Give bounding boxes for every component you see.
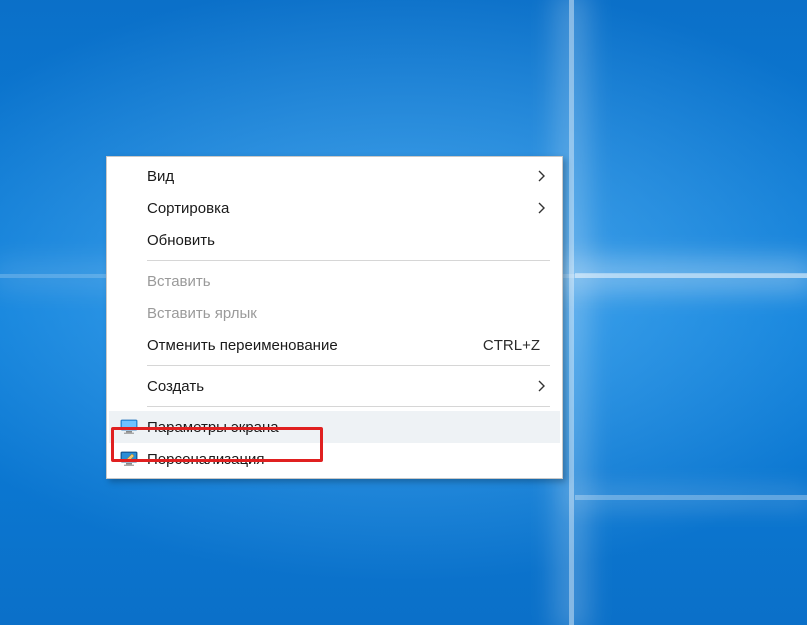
chevron-right-icon (534, 202, 550, 214)
menu-item-sort[interactable]: Сортировка (109, 192, 560, 224)
menu-item-label: Сортировка (141, 200, 534, 217)
menu-separator (147, 406, 550, 407)
personalize-icon (117, 447, 141, 471)
menu-item-personalize[interactable]: Персонализация (109, 443, 560, 475)
monitor-icon (117, 415, 141, 439)
menu-item-label: Параметры экрана (141, 419, 550, 436)
menu-item-paste-shortcut: Вставить ярлык (109, 297, 560, 329)
desktop-context-menu: Вид Сортировка Обновить Вставить Вставит… (106, 156, 563, 479)
menu-item-new[interactable]: Создать (109, 370, 560, 402)
chevron-right-icon (534, 170, 550, 182)
menu-item-view[interactable]: Вид (109, 160, 560, 192)
blank-icon (117, 333, 141, 357)
menu-item-display-settings[interactable]: Параметры экрана (109, 411, 560, 443)
menu-item-label: Обновить (141, 232, 550, 249)
menu-item-label: Создать (141, 378, 534, 395)
blank-icon (117, 196, 141, 220)
menu-separator (147, 365, 550, 366)
menu-item-label: Вставить (141, 273, 550, 290)
wallpaper-beam (575, 273, 807, 278)
menu-item-label: Отменить переименование (141, 337, 483, 354)
menu-item-label: Вид (141, 168, 534, 185)
blank-icon (117, 228, 141, 252)
blank-icon (117, 269, 141, 293)
menu-item-refresh[interactable]: Обновить (109, 224, 560, 256)
blank-icon (117, 301, 141, 325)
wallpaper-beam (575, 495, 807, 500)
blank-icon (117, 164, 141, 188)
blank-icon (117, 374, 141, 398)
menu-item-paste: Вставить (109, 265, 560, 297)
chevron-right-icon (534, 380, 550, 392)
menu-item-label: Персонализация (141, 451, 550, 468)
menu-separator (147, 260, 550, 261)
menu-item-undo-rename[interactable]: Отменить переименование CTRL+Z (109, 329, 560, 361)
menu-item-label: Вставить ярлык (141, 305, 550, 322)
wallpaper-beam (569, 0, 574, 625)
menu-item-shortcut: CTRL+Z (483, 337, 550, 354)
